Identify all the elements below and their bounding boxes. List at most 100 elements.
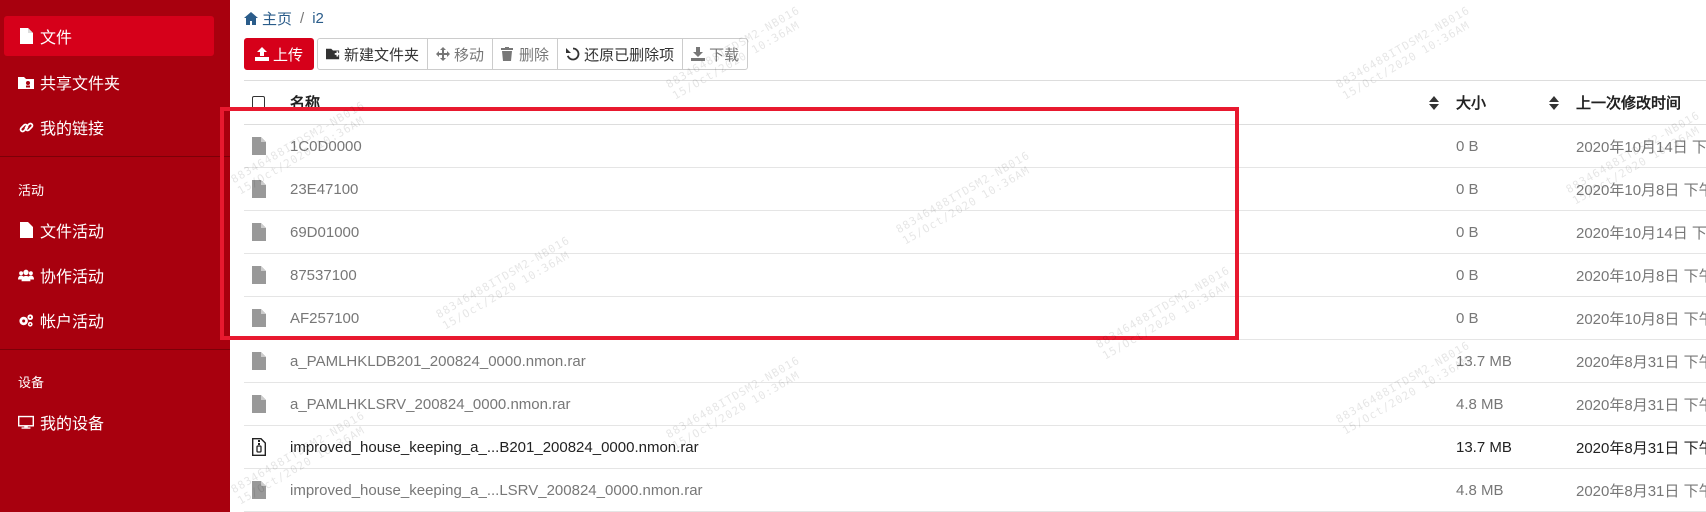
file-table: 名称 大小 上一次修改时间 1C0D0000 0 B 2020年10月14日 下…: [244, 80, 1706, 512]
upload-label: 上传: [273, 46, 304, 64]
file-icon: [252, 211, 272, 253]
file-size: 13.7 MB: [1456, 438, 1512, 456]
file-size: 0 B: [1456, 266, 1479, 284]
file-icon: [252, 469, 272, 511]
sidebar-item-shared-folders[interactable]: 共享文件夹: [4, 62, 214, 102]
link-icon: [18, 119, 34, 135]
sidebar-divider: [0, 349, 230, 350]
file-size: 0 B: [1456, 180, 1479, 198]
sidebar-section-activity: 活动: [18, 183, 45, 198]
sidebar-item-my-links[interactable]: 我的链接: [4, 107, 214, 147]
file-modified: 2020年8月31日 下午: [1576, 482, 1706, 500]
table-row[interactable]: AF257100 0 B 2020年10月8日 下午: [244, 297, 1706, 340]
file-name[interactable]: a_PAMLHKLDB201_200824_0000.nmon.rar: [290, 340, 586, 382]
sidebar-item-files[interactable]: 文件: [4, 16, 214, 56]
table-row[interactable]: 69D01000 0 B 2020年10月14日 下午: [244, 211, 1706, 254]
column-size[interactable]: 大小: [1456, 81, 1486, 124]
restore-label: 还原已删除项: [584, 46, 675, 64]
download-button[interactable]: 下载: [682, 38, 749, 70]
file-name[interactable]: 87537100: [290, 254, 357, 296]
table-row[interactable]: improved_house_keeping_a_...LSRV_200824_…: [244, 469, 1706, 512]
sidebar-item-my-devices[interactable]: 我的设备: [4, 402, 214, 442]
file-modified: 2020年8月31日 下午: [1576, 396, 1706, 414]
archive-icon: [252, 426, 272, 468]
file-modified: 2020年8月31日 下午: [1576, 353, 1706, 371]
upload-button[interactable]: 上传: [244, 38, 315, 70]
undo-icon: [566, 47, 580, 61]
file-name[interactable]: improved_house_keeping_a_...LSRV_200824_…: [290, 469, 703, 511]
table-row[interactable]: a_PAMLHKLDB201_200824_0000.nmon.rar 13.7…: [244, 340, 1706, 383]
sidebar-item-label: 文件活动: [40, 224, 105, 241]
sidebar-item-collab-activity[interactable]: 协作活动: [4, 255, 214, 295]
file-name[interactable]: 1C0D0000: [290, 125, 362, 167]
breadcrumb-separator: /: [300, 10, 305, 27]
file-size: 0 B: [1456, 223, 1479, 241]
download-label: 下载: [709, 46, 740, 64]
file-icon: [252, 125, 272, 167]
shared-folder-icon: [18, 74, 34, 90]
file-icon: [252, 254, 272, 296]
file-modified: 2020年10月8日 下午: [1576, 310, 1706, 328]
sidebar-item-label: 帐户活动: [40, 314, 105, 331]
column-modified[interactable]: 上一次修改时间: [1576, 81, 1681, 124]
file-name[interactable]: improved_house_keeping_a_...B201_200824_…: [290, 426, 699, 468]
file-name[interactable]: a_PAMLHKLSRV_200824_0000.nmon.rar: [290, 383, 570, 425]
file-icon: [252, 340, 272, 382]
file-modified: 2020年10月8日 下午: [1576, 181, 1706, 199]
restore-deleted-button[interactable]: 还原已删除项: [557, 38, 684, 70]
sort-icon[interactable]: [1548, 81, 1560, 124]
users-icon: [18, 267, 34, 283]
move-icon: [436, 47, 451, 61]
new-folder-icon: [326, 47, 341, 61]
file-size: 0 B: [1456, 309, 1479, 327]
sidebar-section-devices: 设备: [18, 375, 45, 390]
select-all-checkbox[interactable]: [252, 81, 272, 124]
sort-icon[interactable]: [1428, 81, 1440, 124]
file-modified: 2020年10月14日 下午: [1576, 224, 1706, 242]
move-label: 移动: [454, 46, 485, 64]
column-name[interactable]: 名称: [290, 81, 320, 124]
file-icon: [252, 168, 272, 210]
sidebar-item-label: 文件: [40, 30, 73, 47]
table-row[interactable]: 1C0D0000 0 B 2020年10月14日 下午: [244, 125, 1706, 168]
download-icon: [691, 47, 706, 61]
file-name[interactable]: AF257100: [290, 297, 359, 339]
breadcrumb: 主页 / i2: [244, 8, 324, 29]
file-name[interactable]: 23E47100: [290, 168, 358, 210]
table-row[interactable]: a_PAMLHKLSRV_200824_0000.nmon.rar 4.8 MB…: [244, 383, 1706, 426]
delete-button[interactable]: 删除: [492, 38, 559, 70]
trash-icon: [501, 47, 515, 61]
file-name[interactable]: 69D01000: [290, 211, 359, 253]
sidebar-item-account-activity[interactable]: 帐户活动: [4, 300, 214, 340]
home-icon: [244, 11, 258, 26]
sidebar-divider: [0, 156, 230, 157]
new-folder-label: 新建文件夹: [344, 46, 420, 64]
file-icon: [252, 383, 272, 425]
table-header: 名称 大小 上一次修改时间: [244, 81, 1706, 125]
upload-icon: [255, 47, 269, 61]
new-folder-button[interactable]: 新建文件夹: [317, 38, 429, 70]
table-row[interactable]: 87537100 0 B 2020年10月8日 下午: [244, 254, 1706, 297]
monitor-icon: [18, 414, 34, 430]
file-icon: [18, 28, 34, 44]
main-content: 主页 / i2 上传 新建文件夹 移动 删除 还原已删除项 下载 名称 大小 上…: [230, 0, 1706, 512]
sidebar: 文件 共享文件夹 我的链接 活动 文件活动 协作活动 帐户活动 设备 我的设备: [0, 0, 230, 512]
delete-label: 删除: [519, 46, 550, 64]
gears-icon: [18, 312, 34, 328]
toolbar: 上传 新建文件夹 移动 删除 还原已删除项 下载: [244, 38, 749, 70]
file-size: 13.7 MB: [1456, 352, 1512, 370]
file-modified: 2020年8月31日 下午: [1576, 439, 1706, 457]
table-row[interactable]: 23E47100 0 B 2020年10月8日 下午: [244, 168, 1706, 211]
breadcrumb-home[interactable]: 主页: [262, 8, 292, 29]
file-icon: [252, 297, 272, 339]
breadcrumb-current[interactable]: i2: [312, 10, 324, 27]
move-button[interactable]: 移动: [427, 38, 494, 70]
file-size: 4.8 MB: [1456, 481, 1504, 499]
table-row[interactable]: improved_house_keeping_a_...B201_200824_…: [244, 426, 1706, 469]
sidebar-item-label: 协作活动: [40, 269, 105, 286]
file-size: 4.8 MB: [1456, 395, 1504, 413]
sidebar-item-label: 共享文件夹: [40, 76, 121, 93]
sidebar-item-label: 我的链接: [40, 121, 105, 138]
sidebar-item-file-activity[interactable]: 文件活动: [4, 210, 214, 250]
file-icon: [18, 222, 34, 238]
